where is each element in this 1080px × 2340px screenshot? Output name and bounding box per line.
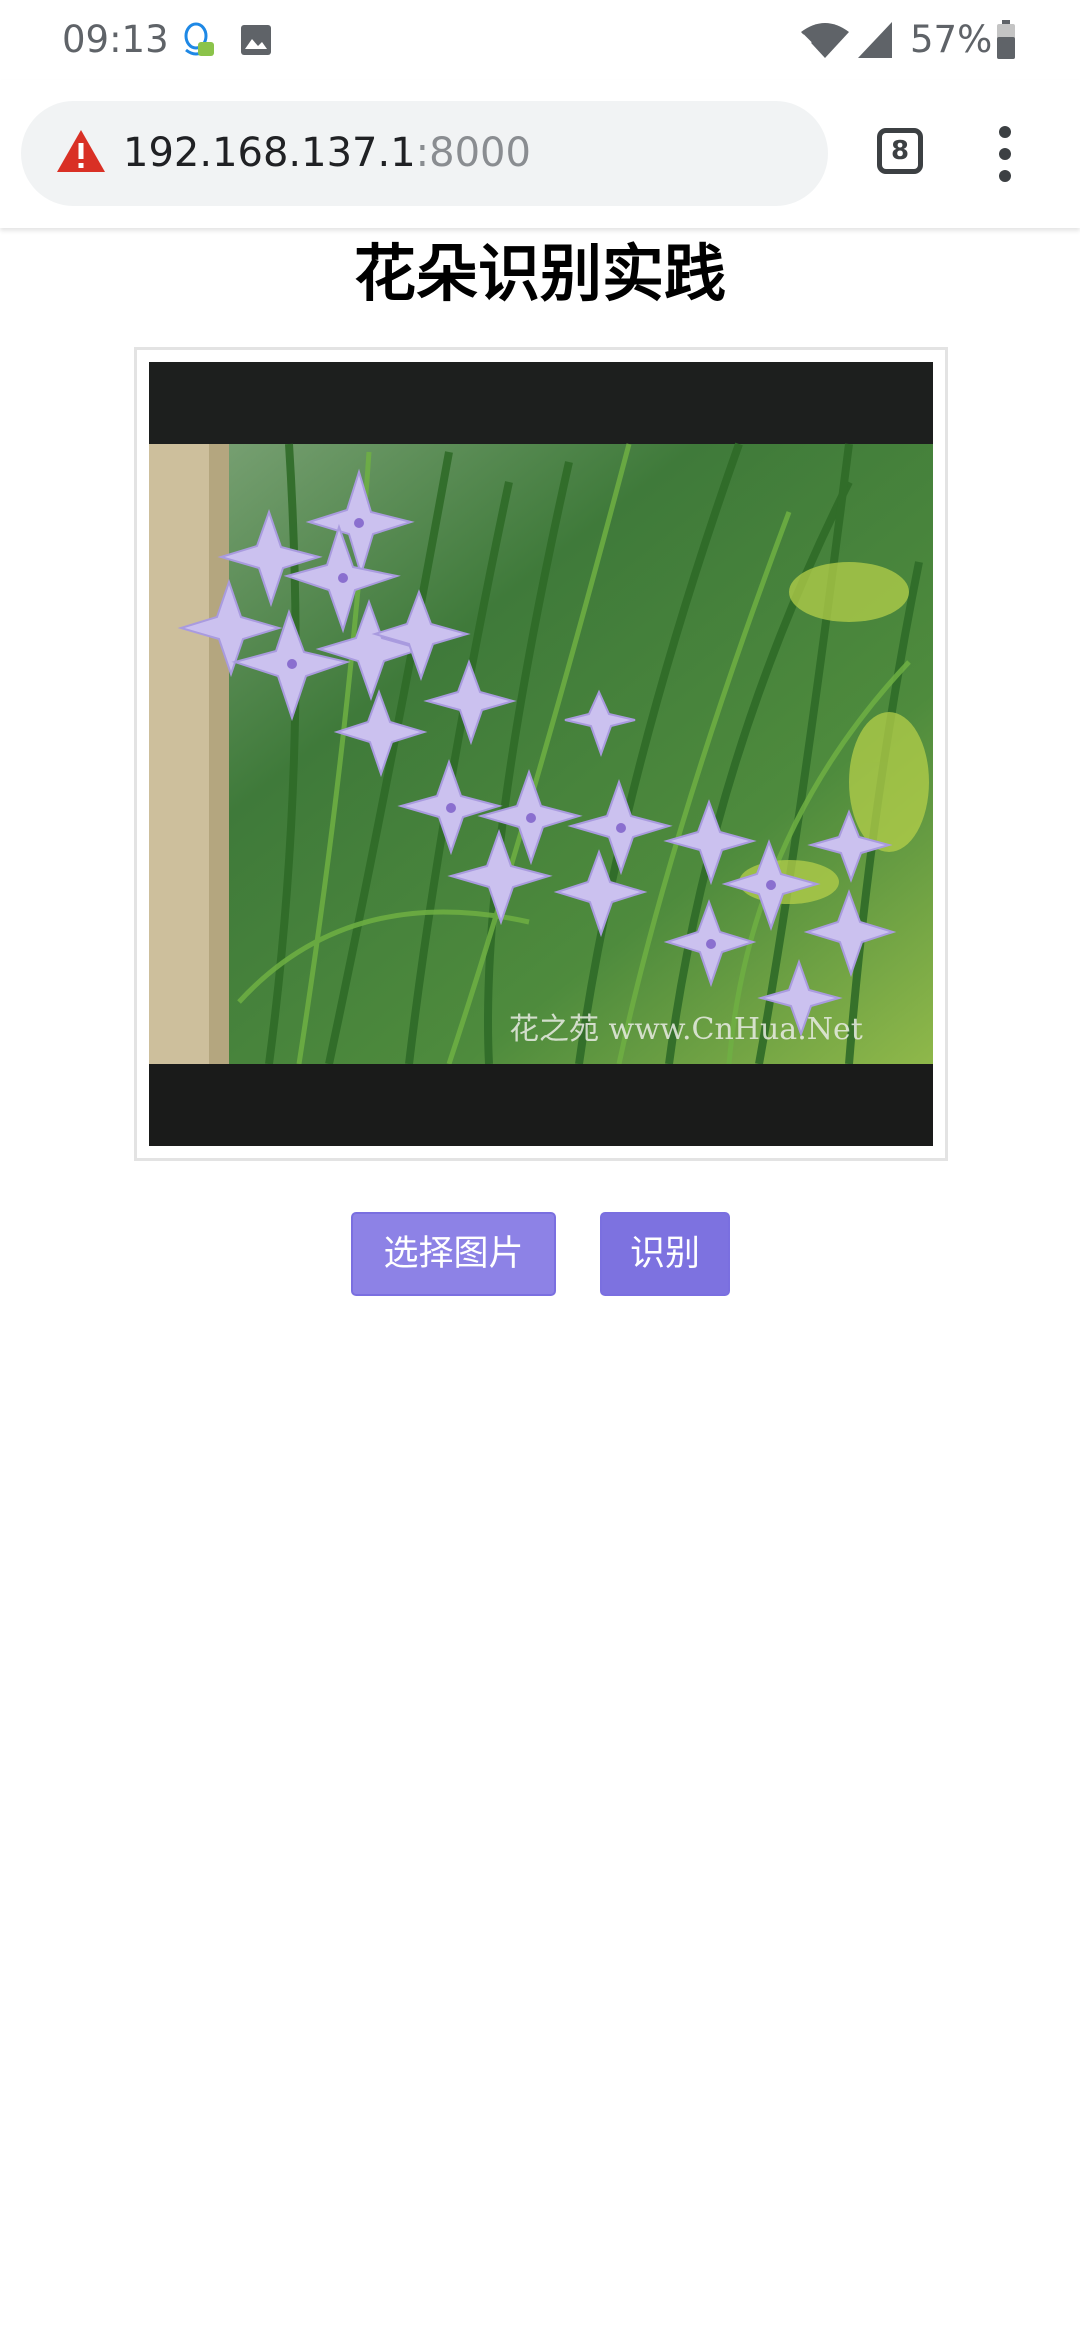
cell-signal-icon bbox=[856, 20, 894, 64]
image-watermark: 花之苑 www.CnHua.Net bbox=[509, 1012, 863, 1047]
status-time: 09:13 bbox=[62, 18, 169, 61]
battery-percent: 57% bbox=[910, 18, 993, 61]
page-title: 花朵识别实践 bbox=[353, 237, 726, 310]
tab-switcher-button[interactable]: 8 bbox=[877, 128, 923, 174]
browser-menu-button[interactable] bbox=[990, 124, 1020, 184]
flower-preview-image: 花之苑 www.CnHua.Net bbox=[149, 362, 933, 1146]
browser-toolbar: 192.168.137.1:8000 8 bbox=[0, 80, 1080, 228]
url-text[interactable]: 192.168.137.1:8000 bbox=[123, 127, 531, 179]
qq-notification-icon bbox=[180, 20, 216, 64]
url-port: :8000 bbox=[415, 130, 531, 176]
not-secure-warning-icon[interactable] bbox=[55, 127, 107, 179]
url-host: 192.168.137.1 bbox=[123, 130, 416, 176]
status-bar: 09:13 57% bbox=[0, 0, 1080, 80]
preview-image-frame: 花之苑 www.CnHua.Net bbox=[134, 347, 948, 1161]
menu-dot bbox=[999, 170, 1011, 182]
address-bar[interactable]: 192.168.137.1:8000 bbox=[21, 101, 828, 206]
identify-button[interactable]: 识别 bbox=[600, 1212, 730, 1296]
wifi-icon bbox=[800, 22, 850, 64]
menu-dot bbox=[999, 126, 1011, 138]
menu-dot bbox=[999, 148, 1011, 160]
select-image-button[interactable]: 选择图片 bbox=[351, 1212, 556, 1296]
battery-icon bbox=[996, 20, 1016, 64]
gallery-notification-icon bbox=[240, 24, 272, 60]
